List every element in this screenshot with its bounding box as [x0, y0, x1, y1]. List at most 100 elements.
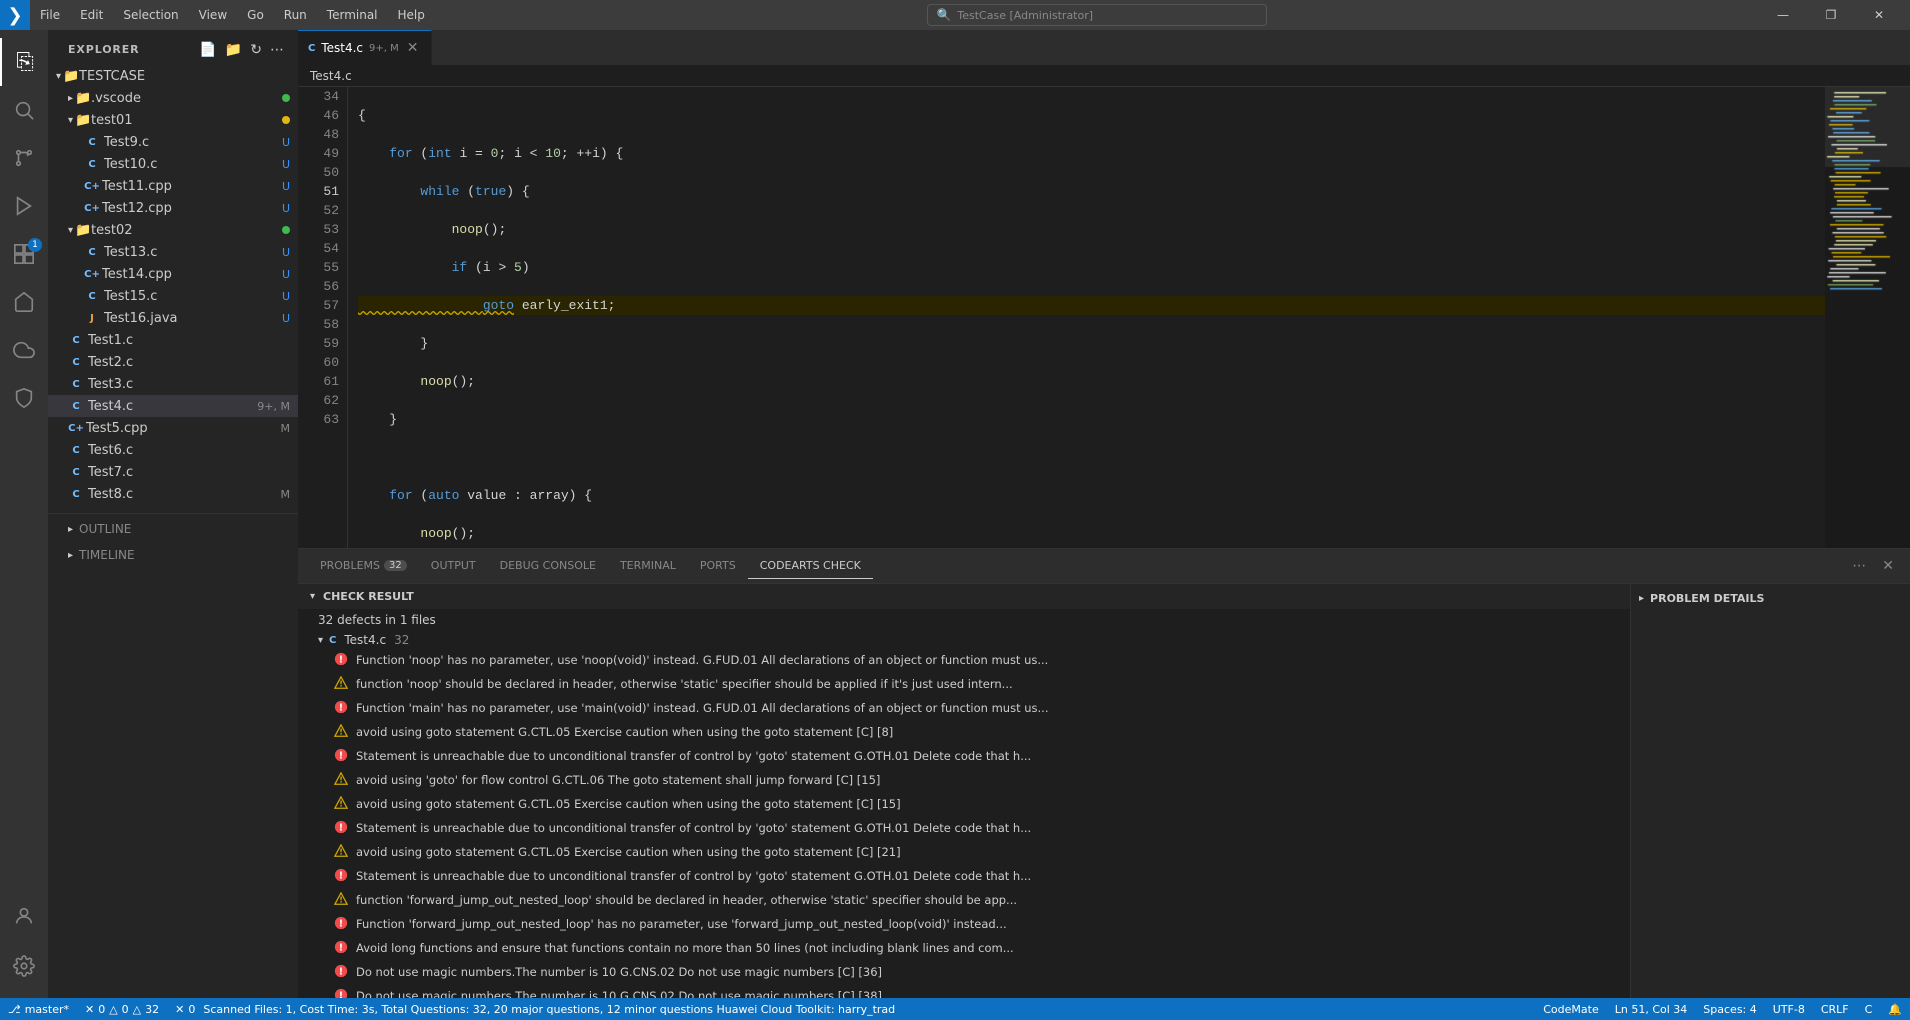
- sidebar-timeline[interactable]: ▸ TIMELINE: [48, 542, 298, 568]
- refresh-button[interactable]: ↻: [248, 40, 264, 60]
- menu-file[interactable]: File: [30, 0, 70, 30]
- problem-item-5[interactable]: !avoid using 'goto' for flow control G.C…: [298, 769, 1630, 793]
- editor-and-panel: 34 46 48 49 50 51 52 53 54 55 56 57 58 5…: [298, 87, 1910, 998]
- new-folder-button[interactable]: 📁: [223, 40, 244, 60]
- tab-ports[interactable]: PORTS: [688, 553, 748, 579]
- cursor-position-item[interactable]: Ln 51, Col 34: [1607, 998, 1696, 1020]
- sidebar-item-test1c[interactable]: C Test1.c: [48, 329, 298, 351]
- codemate-item[interactable]: CodeMate: [1535, 998, 1606, 1020]
- tab-output[interactable]: OUTPUT: [419, 553, 488, 579]
- sidebar-item-test11cpp[interactable]: C+ Test11.cpp U: [48, 175, 298, 197]
- close-button[interactable]: ✕: [1856, 0, 1902, 30]
- problem-item-3[interactable]: !avoid using goto statement G.CTL.05 Exe…: [298, 721, 1630, 745]
- sidebar-item-test01[interactable]: ▾ 📁 test01: [48, 109, 298, 131]
- menu-go[interactable]: Go: [237, 0, 274, 30]
- encoding-label: UTF-8: [1773, 1003, 1805, 1016]
- notifications-item[interactable]: 🔔: [1880, 998, 1910, 1020]
- sidebar-item-test5cpp[interactable]: C+ Test5.cpp M: [48, 417, 298, 439]
- file-group-test4c[interactable]: ▾ C Test4.c 32: [298, 631, 1630, 649]
- menu-run[interactable]: Run: [274, 0, 317, 30]
- line-ending-label: CRLF: [1821, 1003, 1849, 1016]
- problem-item-14[interactable]: !Do not use magic numbers.The number is …: [298, 985, 1630, 998]
- sidebar-item-test3c[interactable]: C Test3.c: [48, 373, 298, 395]
- problem-item-11[interactable]: !Function 'forward_jump_out_nested_loop'…: [298, 913, 1630, 937]
- sidebar-item-test14cpp[interactable]: C+ Test14.cpp U: [48, 263, 298, 285]
- problem-text: Function 'forward_jump_out_nested_loop' …: [356, 915, 1614, 933]
- sidebar-item-test4c[interactable]: C Test4.c 9+, M: [48, 395, 298, 417]
- error-icon: !: [334, 748, 350, 767]
- git-branch-icon: ⎇: [8, 1003, 21, 1016]
- files-icon[interactable]: ⎘: [0, 38, 48, 86]
- settings-icon[interactable]: [0, 942, 48, 990]
- problem-item-1[interactable]: !function 'noop' should be declared in h…: [298, 673, 1630, 697]
- problem-item-7[interactable]: !Statement is unreachable due to uncondi…: [298, 817, 1630, 841]
- problem-item-13[interactable]: !Do not use magic numbers.The number is …: [298, 961, 1630, 985]
- search-icon[interactable]: [0, 86, 48, 134]
- maximize-button[interactable]: ❐: [1808, 0, 1854, 30]
- sidebar-item-test16java[interactable]: J Test16.java U: [48, 307, 298, 329]
- indentation-item[interactable]: Spaces: 4: [1695, 998, 1764, 1020]
- panel-more-button[interactable]: ⋯: [1846, 556, 1872, 576]
- tab-terminal[interactable]: TERMINAL: [608, 553, 688, 579]
- sidebar-outline[interactable]: ▸ OUTLINE: [48, 513, 298, 542]
- panel-tab-bar: PROBLEMS 32 OUTPUT DEBUG CONSOLE TERMINA…: [298, 549, 1910, 584]
- errors-count-item[interactable]: ✕ 0: [167, 998, 203, 1020]
- security-icon[interactable]: [0, 374, 48, 422]
- remote-icon[interactable]: [0, 278, 48, 326]
- encoding-item[interactable]: UTF-8: [1765, 998, 1813, 1020]
- sidebar-item-label: Test4.c: [88, 399, 253, 414]
- menu-terminal[interactable]: Terminal: [317, 0, 388, 30]
- sidebar-item-test02[interactable]: ▾ 📁 test02: [48, 219, 298, 241]
- problem-item-12[interactable]: !Avoid long functions and ensure that fu…: [298, 937, 1630, 961]
- check-result-header[interactable]: ▾ CHECK RESULT: [298, 584, 1630, 609]
- menu-edit[interactable]: Edit: [70, 0, 113, 30]
- tab-bar: C Test4.c 9+, M ✕: [298, 30, 1910, 65]
- problem-item-2[interactable]: !Function 'main' has no parameter, use '…: [298, 697, 1630, 721]
- source-control-icon[interactable]: [0, 134, 48, 182]
- problem-item-8[interactable]: !avoid using goto statement G.CTL.05 Exe…: [298, 841, 1630, 865]
- panel-close-button[interactable]: ✕: [1876, 556, 1900, 576]
- account-icon[interactable]: [0, 892, 48, 940]
- editor-tab-test4c[interactable]: C Test4.c 9+, M ✕: [298, 30, 432, 65]
- code-content[interactable]: { for (int i = 0; i < 10; ++i) { while (…: [348, 87, 1825, 548]
- c-file-icon: C: [68, 464, 84, 480]
- sidebar-item-test7c[interactable]: C Test7.c: [48, 461, 298, 483]
- line-numbers: 34 46 48 49 50 51 52 53 54 55 56 57 58 5…: [298, 87, 348, 548]
- sidebar-item-test12cpp[interactable]: C+ Test12.cpp U: [48, 197, 298, 219]
- collapse-all-button[interactable]: ⋯: [268, 40, 286, 60]
- problem-item-9[interactable]: !Statement is unreachable due to uncondi…: [298, 865, 1630, 889]
- problem-item-4[interactable]: !Statement is unreachable due to uncondi…: [298, 745, 1630, 769]
- code-editor[interactable]: 34 46 48 49 50 51 52 53 54 55 56 57 58 5…: [298, 87, 1910, 548]
- minimize-button[interactable]: —: [1760, 0, 1806, 30]
- tab-codearts-check[interactable]: CODEARTS CHECK: [748, 553, 873, 579]
- sidebar-item-vscode[interactable]: ▸ 📁 .vscode: [48, 87, 298, 109]
- problem-item-6[interactable]: !avoid using goto statement G.CTL.05 Exe…: [298, 793, 1630, 817]
- menu-selection[interactable]: Selection: [113, 0, 188, 30]
- info-icon: △: [133, 1003, 141, 1016]
- new-file-button[interactable]: 📄: [197, 40, 218, 60]
- sidebar-item-test13c[interactable]: C Test13.c U: [48, 241, 298, 263]
- sidebar-item-test15c[interactable]: C Test15.c U: [48, 285, 298, 307]
- sidebar-item-test2c[interactable]: C Test2.c: [48, 351, 298, 373]
- menu-help[interactable]: Help: [388, 0, 435, 30]
- git-branch-item[interactable]: ⎇ master*: [0, 998, 77, 1020]
- sidebar-item-test6c[interactable]: C Test6.c: [48, 439, 298, 461]
- problem-item-10[interactable]: !function 'forward_jump_out_nested_loop'…: [298, 889, 1630, 913]
- cloud-icon[interactable]: [0, 326, 48, 374]
- tab-debug-console[interactable]: DEBUG CONSOLE: [488, 553, 608, 579]
- sidebar-item-test9c[interactable]: C Test9.c U: [48, 131, 298, 153]
- problem-item-0[interactable]: !Function 'noop' has no parameter, use '…: [298, 649, 1630, 673]
- tab-problems[interactable]: PROBLEMS 32: [308, 553, 419, 579]
- language-mode-item[interactable]: C: [1857, 998, 1881, 1020]
- menu-view[interactable]: View: [189, 0, 237, 30]
- sidebar-item-test10c[interactable]: C Test10.c U: [48, 153, 298, 175]
- run-debug-icon[interactable]: [0, 182, 48, 230]
- sidebar-item-testcase[interactable]: ▾ 📁 TESTCASE: [48, 65, 298, 87]
- tab-close-button[interactable]: ✕: [405, 38, 421, 58]
- sidebar-item-label: Test3.c: [88, 377, 290, 392]
- errors-warnings-item[interactable]: ✕ 0 △ 0 △ 32: [77, 998, 167, 1020]
- extensions-icon[interactable]: 1: [0, 230, 48, 278]
- line-ending-item[interactable]: CRLF: [1813, 998, 1857, 1020]
- sidebar-item-test8c[interactable]: C Test8.c M: [48, 483, 298, 505]
- global-search-bar[interactable]: 🔍 TestCase [Administrator]: [927, 4, 1267, 26]
